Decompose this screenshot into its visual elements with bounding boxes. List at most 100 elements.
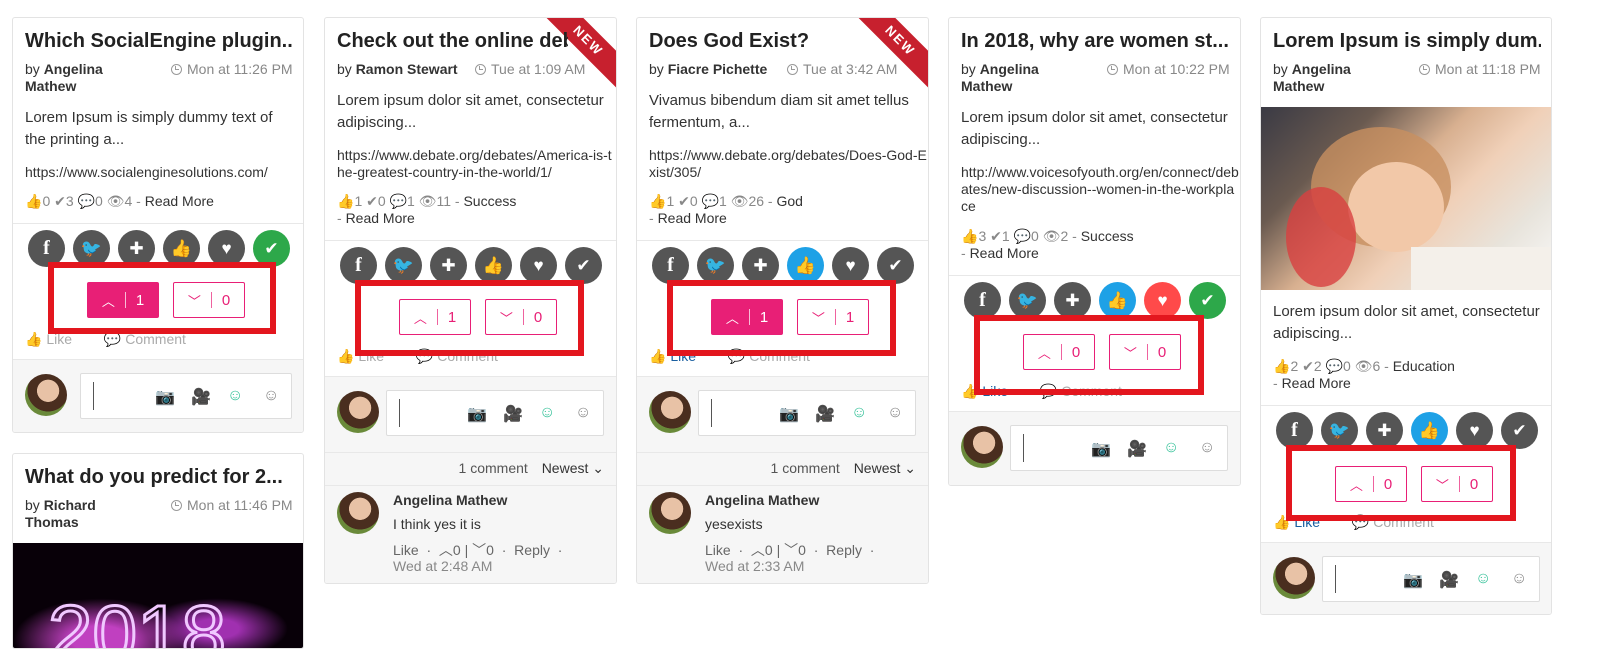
like-action[interactable]: 👍 Like: [25, 331, 86, 347]
camera-icon[interactable]: 📷: [467, 404, 487, 424]
comment-action[interactable]: 💬 Comment: [416, 348, 512, 364]
like-action[interactable]: 👍 Like: [337, 348, 398, 364]
card-url[interactable]: https://www.debate.org/debates/America-i…: [337, 147, 616, 181]
heart-icon[interactable]: ♥: [1456, 412, 1493, 449]
read-more-link[interactable]: Read More: [145, 193, 214, 209]
commenter-name[interactable]: Angelina Mathew: [393, 492, 507, 508]
upvote-button[interactable]: ︿ 0: [1023, 334, 1095, 370]
emoji-icon[interactable]: ☺: [1475, 570, 1491, 588]
comment-action[interactable]: 💬 Comment: [728, 348, 824, 364]
thumbs-up-icon[interactable]: 👍: [1411, 412, 1448, 449]
read-more-link[interactable]: Read More: [1282, 375, 1351, 391]
facebook-icon[interactable]: f: [1276, 412, 1313, 449]
video-icon[interactable]: 🎥: [1439, 570, 1459, 590]
video-icon[interactable]: 🎥: [815, 404, 835, 424]
facebook-icon[interactable]: f: [652, 247, 689, 284]
category-link[interactable]: Success: [1081, 228, 1134, 244]
plus-icon[interactable]: ✚: [118, 230, 155, 267]
facebook-icon[interactable]: f: [964, 282, 1001, 319]
check-icon[interactable]: ✔: [565, 247, 602, 284]
comment-like-link[interactable]: Like: [705, 542, 731, 558]
heart-icon[interactable]: ♥: [208, 230, 245, 267]
sticker-icon[interactable]: ☺: [887, 404, 903, 422]
plus-icon[interactable]: ✚: [1054, 282, 1091, 319]
like-action[interactable]: 👍 Like: [1273, 514, 1334, 530]
like-action[interactable]: 👍 Like: [649, 348, 710, 364]
comment-action[interactable]: 💬 Comment: [104, 331, 200, 347]
category-link[interactable]: God: [776, 193, 802, 209]
twitter-icon[interactable]: 🐦: [697, 247, 734, 284]
video-icon[interactable]: 🎥: [503, 404, 523, 424]
category-link[interactable]: Success: [463, 193, 516, 209]
heart-icon[interactable]: ♥: [832, 247, 869, 284]
sticker-icon[interactable]: ☺: [1511, 570, 1527, 588]
card-title[interactable]: What do you predict for 2...: [25, 466, 293, 489]
comment-vote[interactable]: ︿0 | ﹀0: [751, 542, 806, 558]
camera-icon[interactable]: 📷: [779, 404, 799, 424]
comment-vote[interactable]: ︿0 | ﹀0: [439, 542, 494, 558]
card-title[interactable]: Lorem Ipsum is simply dum...: [1273, 30, 1541, 53]
comment-action[interactable]: 💬 Comment: [1040, 383, 1136, 399]
upvote-button[interactable]: ︿ 0: [1335, 466, 1407, 502]
reply-link[interactable]: Reply: [826, 542, 862, 558]
check-icon[interactable]: ✔: [1501, 412, 1538, 449]
thumbs-up-icon[interactable]: 👍: [475, 247, 512, 284]
commenter-name[interactable]: Angelina Mathew: [705, 492, 819, 508]
comment-action[interactable]: 💬 Comment: [1352, 514, 1448, 530]
twitter-icon[interactable]: 🐦: [385, 247, 422, 284]
thumbs-up-icon[interactable]: 👍: [1099, 282, 1136, 319]
comment-input[interactable]: 📷 🎥 ☺ ☺: [1010, 425, 1228, 471]
card-title[interactable]: In 2018, why are women st...: [961, 30, 1230, 53]
downvote-button[interactable]: ﹀ 1: [797, 299, 869, 335]
plus-icon[interactable]: ✚: [1366, 412, 1403, 449]
card-url[interactable]: https://www.debate.org/debates/Does-God-…: [649, 147, 928, 181]
facebook-icon[interactable]: f: [340, 247, 377, 284]
emoji-icon[interactable]: ☺: [1163, 439, 1179, 457]
sticker-icon[interactable]: ☺: [1199, 439, 1215, 457]
comment-like-link[interactable]: Like: [393, 542, 419, 558]
read-more-link[interactable]: Read More: [658, 210, 727, 226]
card-url[interactable]: https://www.socialenginesolutions.com/: [25, 164, 303, 181]
card-url[interactable]: http://www.voicesofyouth.org/en/connect/…: [961, 164, 1240, 215]
check-icon[interactable]: ✔: [877, 247, 914, 284]
card-title[interactable]: Which SocialEngine plugin...: [25, 30, 293, 53]
reply-link[interactable]: Reply: [514, 542, 550, 558]
camera-icon[interactable]: 📷: [1403, 570, 1423, 590]
emoji-icon[interactable]: ☺: [851, 404, 867, 422]
thumbs-up-icon[interactable]: 👍: [787, 247, 824, 284]
read-more-link[interactable]: Read More: [970, 245, 1039, 261]
sticker-icon[interactable]: ☺: [263, 387, 279, 405]
camera-icon[interactable]: 📷: [155, 387, 175, 407]
comment-input[interactable]: 📷 🎥 ☺ ☺: [698, 390, 916, 436]
emoji-icon[interactable]: ☺: [227, 387, 243, 405]
plus-icon[interactable]: ✚: [742, 247, 779, 284]
check-icon[interactable]: ✔: [1189, 282, 1226, 319]
twitter-icon[interactable]: 🐦: [73, 230, 110, 267]
upvote-button[interactable]: ︿ 1: [87, 282, 159, 318]
downvote-button[interactable]: ﹀ 0: [1109, 334, 1181, 370]
card-title[interactable]: Does God Exist?: [649, 30, 880, 53]
upvote-button[interactable]: ︿ 1: [711, 299, 783, 335]
camera-icon[interactable]: 📷: [1091, 439, 1111, 459]
twitter-icon[interactable]: 🐦: [1321, 412, 1358, 449]
plus-icon[interactable]: ✚: [430, 247, 467, 284]
sort-dropdown[interactable]: Newest ⌄: [542, 460, 604, 476]
author-link[interactable]: Fiacre Pichette: [668, 61, 768, 77]
thumbs-up-icon[interactable]: 👍: [163, 230, 200, 267]
heart-icon[interactable]: ♥: [520, 247, 557, 284]
downvote-button[interactable]: ﹀ 0: [485, 299, 557, 335]
emoji-icon[interactable]: ☺: [539, 404, 555, 422]
like-action[interactable]: 👍 Like: [961, 383, 1022, 399]
facebook-icon[interactable]: f: [28, 230, 65, 267]
comment-input[interactable]: 📷 🎥 ☺ ☺: [80, 373, 292, 419]
sticker-icon[interactable]: ☺: [575, 404, 591, 422]
comment-input[interactable]: 📷 🎥 ☺ ☺: [1322, 556, 1540, 602]
category-link[interactable]: Education: [1393, 358, 1455, 374]
twitter-icon[interactable]: 🐦: [1009, 282, 1046, 319]
downvote-button[interactable]: ﹀ 0: [1421, 466, 1493, 502]
video-icon[interactable]: 🎥: [191, 387, 211, 407]
read-more-link[interactable]: Read More: [346, 210, 415, 226]
sort-dropdown[interactable]: Newest ⌄: [854, 460, 916, 476]
upvote-button[interactable]: ︿ 1: [399, 299, 471, 335]
check-icon[interactable]: ✔: [253, 230, 290, 267]
